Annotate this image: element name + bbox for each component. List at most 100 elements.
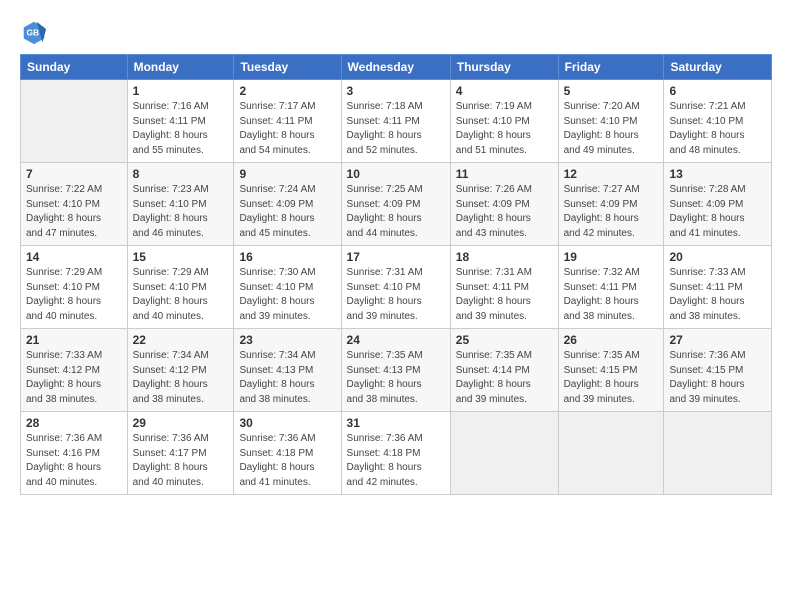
day-number: 19 [564, 250, 659, 264]
day-number: 30 [239, 416, 335, 430]
calendar-cell: 21 Sunrise: 7:33 AM Sunset: 4:12 PM Dayli… [21, 329, 128, 412]
day-info: Sunrise: 7:36 AM Sunset: 4:15 PM Dayligh… [669, 349, 766, 407]
day-number: 13 [669, 167, 766, 181]
calendar-week-row: 14 Sunrise: 7:29 AM Sunset: 4:10 PM Dayli… [21, 246, 772, 329]
weekday-header-thursday: Thursday [450, 55, 558, 80]
calendar-cell: 29Sunrise: 7:36 AM Sunset: 4:17 PM Dayli… [127, 412, 234, 495]
day-info: Sunrise: 7:35 AM Sunset: 4:13 PM Dayligh… [347, 349, 445, 407]
day-number: 9 [239, 167, 335, 181]
calendar-cell: 24 Sunrise: 7:35 AM Sunset: 4:13 PM Dayli… [341, 329, 450, 412]
day-info: Sunrise: 7:30 AM Sunset: 4:10 PM Dayligh… [239, 266, 335, 324]
day-info: Sunrise: 7:17 AM Sunset: 4:11 PM Dayligh… [239, 100, 335, 158]
day-number: 31 [347, 416, 445, 430]
day-number: 27 [669, 333, 766, 347]
calendar-week-row: 1 Sunrise: 7:16 AM Sunset: 4:11 PM Daylig… [21, 80, 772, 163]
page: GB SundayMondayTuesdayWednesdayThursdayF… [0, 0, 792, 612]
calendar-table: SundayMondayTuesdayWednesdayThursdayFrid… [20, 54, 772, 495]
calendar-week-row: 28 Sunrise: 7:36 AM Sunset: 4:16 PM Dayli… [21, 412, 772, 495]
calendar-cell [21, 80, 128, 163]
day-info: Sunrise: 7:28 AM Sunset: 4:09 PM Dayligh… [669, 183, 766, 241]
day-number: 6 [669, 84, 766, 98]
calendar-cell: 2 Sunrise: 7:17 AM Sunset: 4:11 PM Daylig… [234, 80, 341, 163]
day-info: Sunrise: 7:31 AM Sunset: 4:10 PM Dayligh… [347, 266, 445, 324]
day-number: 18 [456, 250, 553, 264]
day-number: 10 [347, 167, 445, 181]
day-number: 11 [456, 167, 553, 181]
calendar-cell: 30 Sunrise: 7:36 AM Sunset: 4:18 PM Dayli… [234, 412, 341, 495]
day-number: 28 [26, 416, 122, 430]
calendar-cell: 11Sunrise: 7:26 AM Sunset: 4:09 PM Dayli… [450, 163, 558, 246]
day-number: 12 [564, 167, 659, 181]
day-info: Sunrise: 7:32 AM Sunset: 4:11 PM Dayligh… [564, 266, 659, 324]
day-info: Sunrise: 7:18 AM Sunset: 4:11 PM Dayligh… [347, 100, 445, 158]
day-info: Sunrise: 7:24 AM Sunset: 4:09 PM Dayligh… [239, 183, 335, 241]
day-number: 23 [239, 333, 335, 347]
calendar-cell: 13 Sunrise: 7:28 AM Sunset: 4:09 PM Dayli… [664, 163, 772, 246]
calendar-cell: 6 Sunrise: 7:21 AM Sunset: 4:10 PM Daylig… [664, 80, 772, 163]
weekday-header-monday: Monday [127, 55, 234, 80]
calendar-week-row: 21 Sunrise: 7:33 AM Sunset: 4:12 PM Dayli… [21, 329, 772, 412]
day-info: Sunrise: 7:29 AM Sunset: 4:10 PM Dayligh… [133, 266, 229, 324]
calendar-cell: 28 Sunrise: 7:36 AM Sunset: 4:16 PM Dayli… [21, 412, 128, 495]
day-number: 3 [347, 84, 445, 98]
calendar-cell: 10 Sunrise: 7:25 AM Sunset: 4:09 PM Dayli… [341, 163, 450, 246]
day-number: 1 [133, 84, 229, 98]
day-info: Sunrise: 7:21 AM Sunset: 4:10 PM Dayligh… [669, 100, 766, 158]
day-number: 24 [347, 333, 445, 347]
day-number: 7 [26, 167, 122, 181]
calendar-cell: 12 Sunrise: 7:27 AM Sunset: 4:09 PM Dayli… [558, 163, 664, 246]
calendar-cell: 22Sunrise: 7:34 AM Sunset: 4:12 PM Dayli… [127, 329, 234, 412]
day-info: Sunrise: 7:19 AM Sunset: 4:10 PM Dayligh… [456, 100, 553, 158]
weekday-header-tuesday: Tuesday [234, 55, 341, 80]
day-number: 26 [564, 333, 659, 347]
calendar-cell: 26 Sunrise: 7:35 AM Sunset: 4:15 PM Dayli… [558, 329, 664, 412]
calendar-cell: 1 Sunrise: 7:16 AM Sunset: 4:11 PM Daylig… [127, 80, 234, 163]
calendar-cell: 16 Sunrise: 7:30 AM Sunset: 4:10 PM Dayli… [234, 246, 341, 329]
weekday-header-row: SundayMondayTuesdayWednesdayThursdayFrid… [21, 55, 772, 80]
day-info: Sunrise: 7:36 AM Sunset: 4:16 PM Dayligh… [26, 432, 122, 490]
calendar-cell [558, 412, 664, 495]
day-number: 20 [669, 250, 766, 264]
calendar-cell: 7 Sunrise: 7:22 AM Sunset: 4:10 PM Daylig… [21, 163, 128, 246]
svg-text:GB: GB [27, 28, 40, 38]
calendar-cell: 20 Sunrise: 7:33 AM Sunset: 4:11 PM Dayli… [664, 246, 772, 329]
day-number: 2 [239, 84, 335, 98]
day-number: 8 [133, 167, 229, 181]
day-number: 22 [133, 333, 229, 347]
day-info: Sunrise: 7:25 AM Sunset: 4:09 PM Dayligh… [347, 183, 445, 241]
day-info: Sunrise: 7:33 AM Sunset: 4:12 PM Dayligh… [26, 349, 122, 407]
day-info: Sunrise: 7:35 AM Sunset: 4:15 PM Dayligh… [564, 349, 659, 407]
day-info: Sunrise: 7:27 AM Sunset: 4:09 PM Dayligh… [564, 183, 659, 241]
calendar-week-row: 7 Sunrise: 7:22 AM Sunset: 4:10 PM Daylig… [21, 163, 772, 246]
day-number: 17 [347, 250, 445, 264]
calendar-cell: 25 Sunrise: 7:35 AM Sunset: 4:14 PM Dayli… [450, 329, 558, 412]
day-number: 14 [26, 250, 122, 264]
calendar-cell: 31Sunrise: 7:36 AM Sunset: 4:18 PM Dayli… [341, 412, 450, 495]
day-info: Sunrise: 7:35 AM Sunset: 4:14 PM Dayligh… [456, 349, 553, 407]
day-number: 25 [456, 333, 553, 347]
day-info: Sunrise: 7:22 AM Sunset: 4:10 PM Dayligh… [26, 183, 122, 241]
day-number: 15 [133, 250, 229, 264]
day-info: Sunrise: 7:16 AM Sunset: 4:11 PM Dayligh… [133, 100, 229, 158]
header: GB [20, 18, 772, 46]
day-number: 16 [239, 250, 335, 264]
logo: GB [20, 18, 52, 46]
day-number: 5 [564, 84, 659, 98]
calendar-cell [664, 412, 772, 495]
day-number: 4 [456, 84, 553, 98]
calendar-cell: 5 Sunrise: 7:20 AM Sunset: 4:10 PM Daylig… [558, 80, 664, 163]
day-info: Sunrise: 7:34 AM Sunset: 4:13 PM Dayligh… [239, 349, 335, 407]
calendar-cell: 27 Sunrise: 7:36 AM Sunset: 4:15 PM Dayli… [664, 329, 772, 412]
calendar-cell: 19 Sunrise: 7:32 AM Sunset: 4:11 PM Dayli… [558, 246, 664, 329]
day-info: Sunrise: 7:20 AM Sunset: 4:10 PM Dayligh… [564, 100, 659, 158]
calendar-cell: 4 Sunrise: 7:19 AM Sunset: 4:10 PM Daylig… [450, 80, 558, 163]
weekday-header-friday: Friday [558, 55, 664, 80]
day-info: Sunrise: 7:36 AM Sunset: 4:18 PM Dayligh… [239, 432, 335, 490]
calendar-cell: 8Sunrise: 7:23 AM Sunset: 4:10 PM Daylig… [127, 163, 234, 246]
calendar-cell: 18Sunrise: 7:31 AM Sunset: 4:11 PM Dayli… [450, 246, 558, 329]
day-number: 21 [26, 333, 122, 347]
weekday-header-saturday: Saturday [664, 55, 772, 80]
day-info: Sunrise: 7:33 AM Sunset: 4:11 PM Dayligh… [669, 266, 766, 324]
calendar-cell [450, 412, 558, 495]
logo-icon: GB [20, 18, 48, 46]
